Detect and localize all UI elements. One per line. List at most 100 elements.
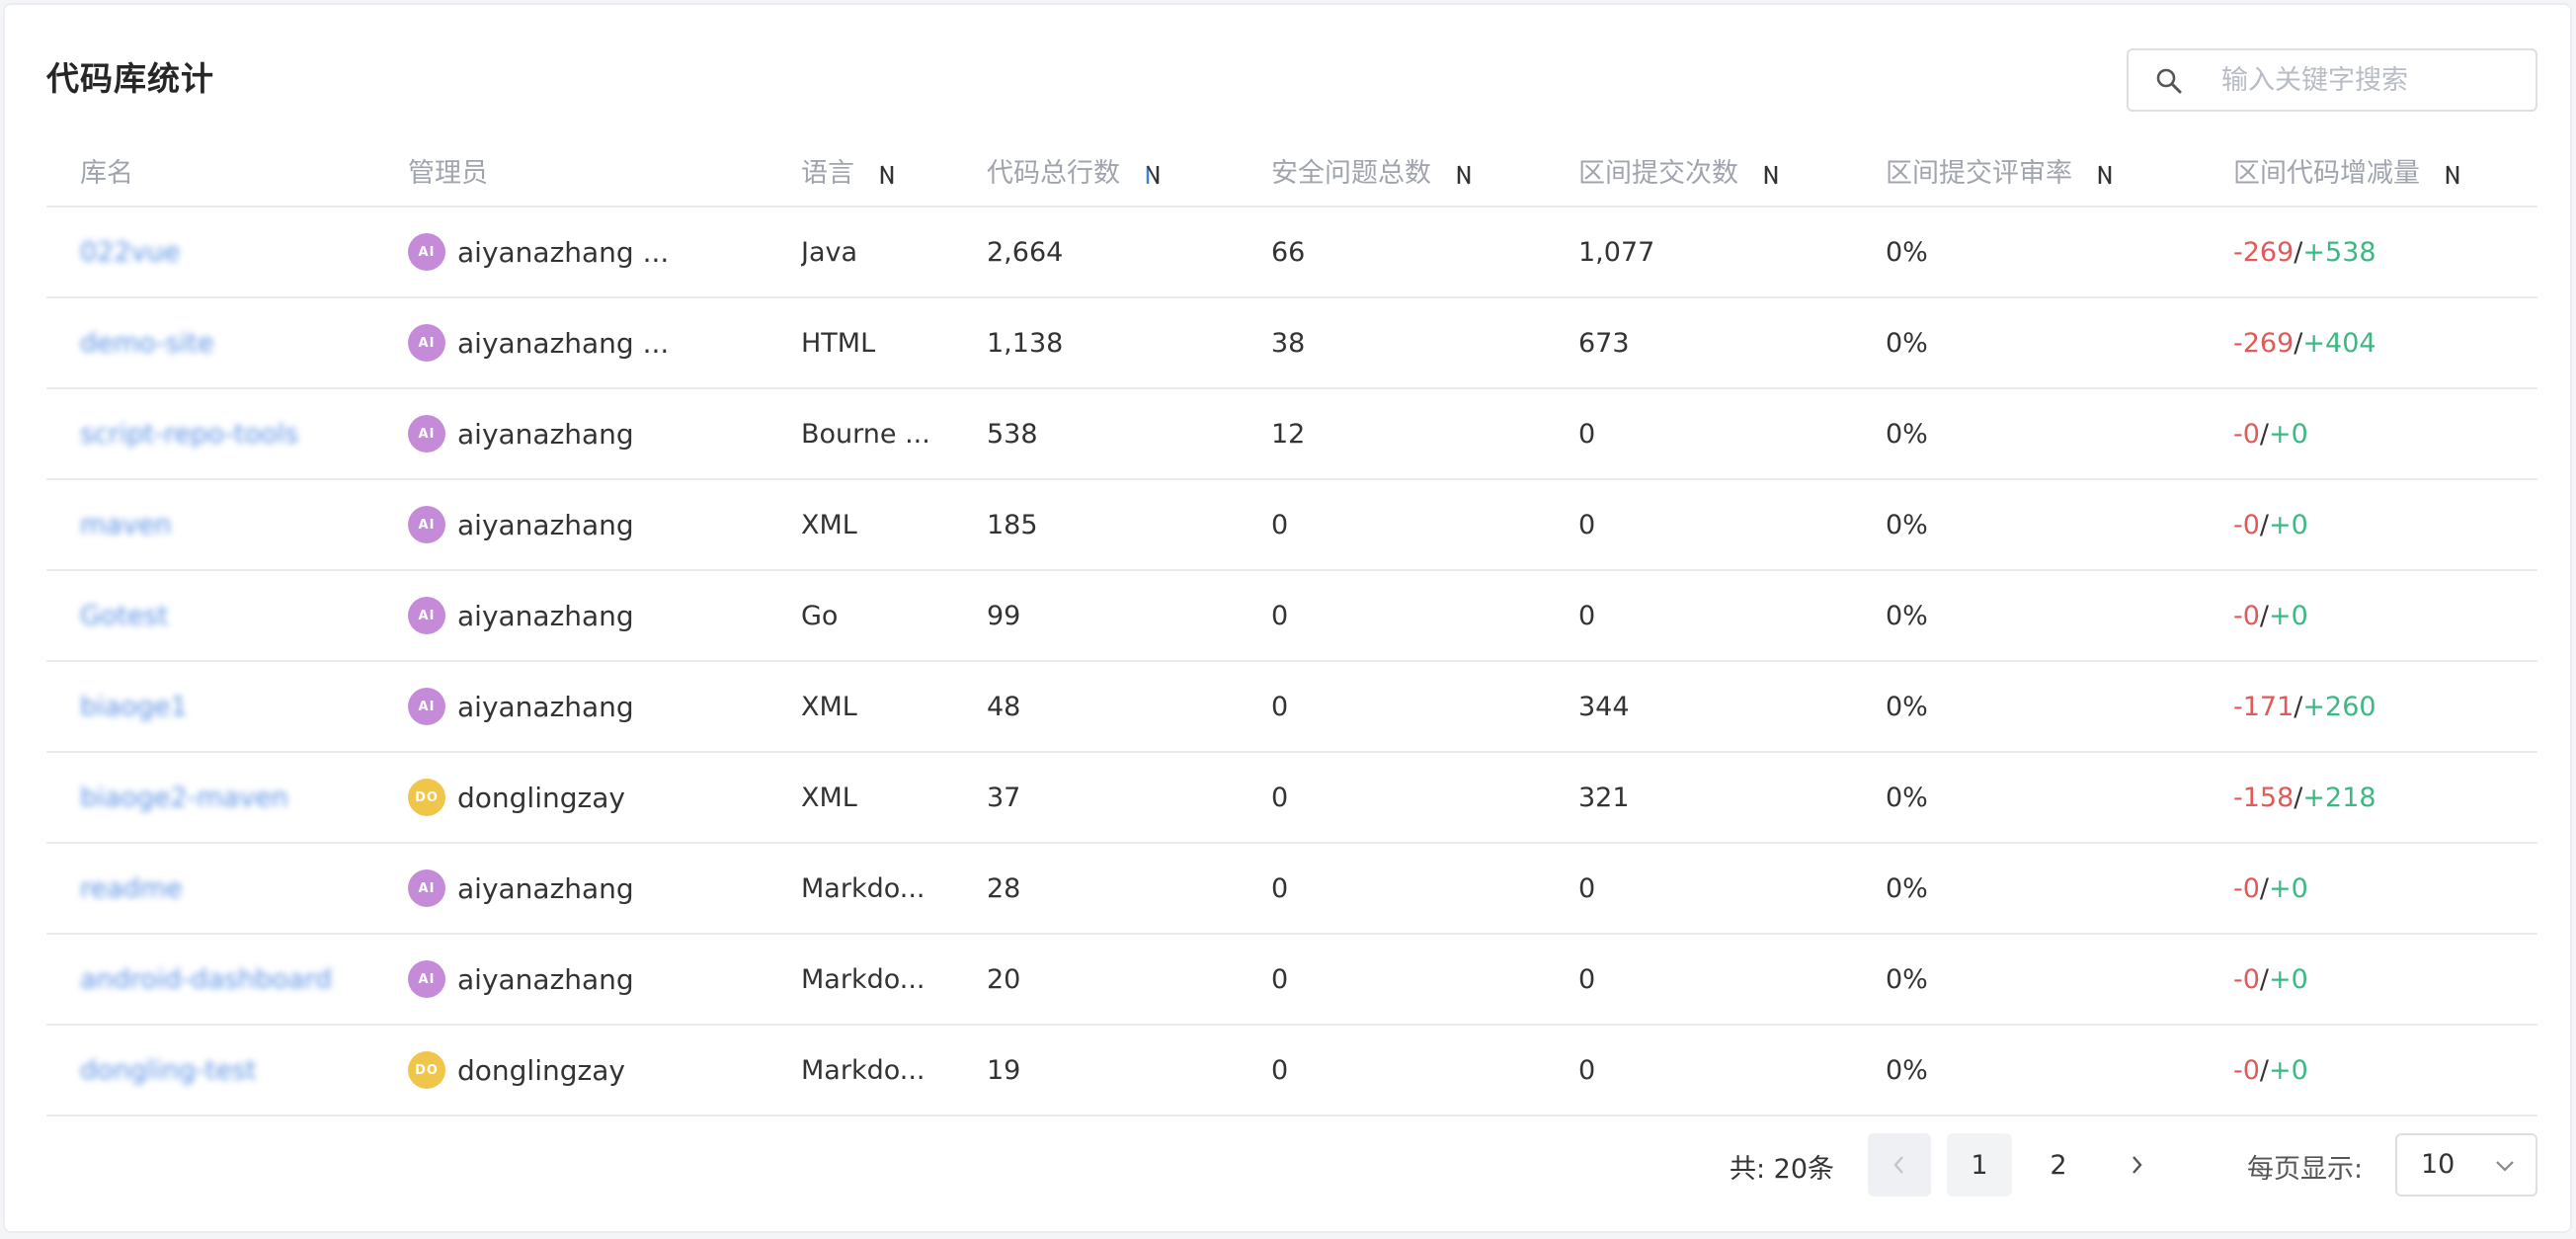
delta-separator: / (2259, 1054, 2270, 1086)
commit-count: 0 (1545, 388, 1852, 480)
sort-icon[interactable] (1762, 162, 1780, 188)
code-lines: 99 (953, 570, 1238, 662)
col-header-lines[interactable]: 代码总行数 (953, 135, 1238, 207)
avatar: DO (408, 1051, 445, 1089)
review-rate: 0% (1852, 570, 2200, 662)
sort-icon[interactable] (1144, 162, 1162, 188)
admin-name: aiyanazhang (457, 690, 634, 723)
table-header-row: 库名 管理员 语言 代码总行数 安全问题总数 区间提交次数 区间提交评审率 区间… (46, 135, 2537, 207)
col-header-commits[interactable]: 区间提交次数 (1545, 135, 1852, 207)
avatar: AI (408, 688, 445, 725)
per-page-value: 10 (2421, 1149, 2455, 1180)
security-issues: 38 (1238, 297, 1545, 389)
page-title: 代码库统计 (46, 59, 214, 98)
commit-count: 321 (1545, 752, 1852, 844)
security-issues: 66 (1238, 206, 1545, 298)
admin-name: aiyanazhang (457, 871, 634, 905)
delta-separator: / (2259, 600, 2270, 631)
avatar: AI (408, 506, 445, 543)
pagination: 共: 20条 1 2 每页显示: 10 (5, 1133, 2574, 1197)
repo-name-link[interactable]: Gotest (80, 601, 168, 631)
code-lines: 2,664 (953, 206, 1238, 298)
lines-removed: -269 (2233, 236, 2294, 268)
table-row: demo-site AI aiyanazhang ... HTML 1,138 3… (46, 297, 2537, 389)
repo-name-link[interactable]: demo-site (80, 328, 214, 359)
avatar: AI (408, 597, 445, 634)
table-row: biaoge2-maven DO donglingzay XML 37 0 321… (46, 752, 2537, 844)
code-lines: 20 (953, 934, 1238, 1026)
language: HTML (801, 327, 876, 359)
next-page-button[interactable] (2105, 1133, 2168, 1197)
sort-icon[interactable] (1455, 162, 1473, 188)
search-box[interactable] (2127, 48, 2537, 112)
lines-added: +538 (2302, 236, 2376, 268)
col-header-admin: 管理员 (374, 135, 767, 207)
security-issues: 0 (1238, 934, 1545, 1026)
chevron-right-icon (2133, 1156, 2142, 1174)
table-row: biaoge1 AI aiyanazhang XML 48 0 344 0% -1… (46, 661, 2537, 753)
language: Bourne ... (801, 418, 930, 450)
page-button-2[interactable]: 2 (2026, 1133, 2091, 1197)
avatar: AI (408, 233, 445, 271)
code-lines: 1,138 (953, 297, 1238, 389)
lines-removed: -171 (2233, 691, 2294, 722)
lines-removed: -269 (2233, 327, 2294, 359)
sort-icon[interactable] (2444, 162, 2461, 188)
admin-name: aiyanazhang ... (457, 235, 670, 269)
code-lines: 37 (953, 752, 1238, 844)
security-issues: 0 (1238, 479, 1545, 571)
table-row: 022vue AI aiyanazhang ... Java 2,664 66 1… (46, 206, 2537, 298)
chevron-left-icon (1893, 1156, 1903, 1174)
commit-count: 344 (1545, 661, 1852, 753)
lines-removed: -158 (2233, 782, 2294, 813)
lines-removed: -0 (2233, 872, 2260, 904)
language: Go (801, 600, 839, 631)
commit-count: 0 (1545, 934, 1852, 1026)
review-rate: 0% (1852, 297, 2200, 389)
language: XML (801, 691, 857, 722)
security-issues: 0 (1238, 661, 1545, 753)
admin-name: aiyanazhang (457, 962, 634, 996)
security-issues: 0 (1238, 843, 1545, 935)
review-rate: 0% (1852, 752, 2200, 844)
security-issues: 0 (1238, 1025, 1545, 1116)
table-row: android-dashboard AI aiyanazhang Markdo..… (46, 934, 2537, 1026)
repo-name-link[interactable]: script-repo-tools (80, 419, 298, 450)
avatar: AI (408, 324, 445, 362)
repo-name-link[interactable]: dongling-test (80, 1055, 257, 1086)
table-row: maven AI aiyanazhang XML 185 0 0 0% -0/+0 (46, 479, 2537, 571)
repo-name-link[interactable]: android-dashboard (80, 964, 332, 995)
code-lines: 538 (953, 388, 1238, 480)
col-header-code-delta[interactable]: 区间代码增减量 (2200, 135, 2537, 207)
lines-removed: -0 (2233, 1054, 2260, 1086)
sort-icon[interactable] (878, 162, 896, 188)
avatar: DO (408, 779, 445, 816)
language: Markdo... (801, 1054, 926, 1086)
per-page-select[interactable]: 10 (2395, 1133, 2537, 1197)
repo-name-link[interactable]: 022vue (80, 237, 180, 268)
col-header-review-rate[interactable]: 区间提交评审率 (1852, 135, 2200, 207)
review-rate: 0% (1852, 934, 2200, 1026)
sort-icon[interactable] (2096, 162, 2114, 188)
table-row: Gotest AI aiyanazhang Go 99 0 0 0% -0/+0 (46, 570, 2537, 662)
admin-name: aiyanazhang (457, 599, 634, 632)
repo-name-link[interactable]: readme (80, 873, 183, 904)
lines-added: +260 (2302, 691, 2376, 722)
lines-added: +218 (2302, 782, 2376, 813)
search-input[interactable] (2221, 60, 2518, 100)
code-lines: 48 (953, 661, 1238, 753)
table-row: readme AI aiyanazhang Markdo... 28 0 0 0%… (46, 843, 2537, 935)
avatar: AI (408, 960, 445, 998)
lines-added: +0 (2269, 600, 2308, 631)
repo-stats-card: 代码库统计 库名 管理员 语言 代码总行数 安全问题总数 区间提交次数 区间提交… (3, 3, 2572, 1233)
repo-name-link[interactable]: maven (80, 510, 172, 540)
commit-count: 0 (1545, 1025, 1852, 1116)
code-lines: 28 (953, 843, 1238, 935)
col-header-language[interactable]: 语言 (767, 135, 953, 207)
repo-name-link[interactable]: biaoge1 (80, 692, 188, 722)
col-header-issues[interactable]: 安全问题总数 (1238, 135, 1545, 207)
page-button-1[interactable]: 1 (1947, 1133, 2012, 1197)
repo-name-link[interactable]: biaoge2-maven (80, 783, 288, 813)
prev-page-button[interactable] (1868, 1133, 1931, 1197)
language: XML (801, 782, 857, 813)
